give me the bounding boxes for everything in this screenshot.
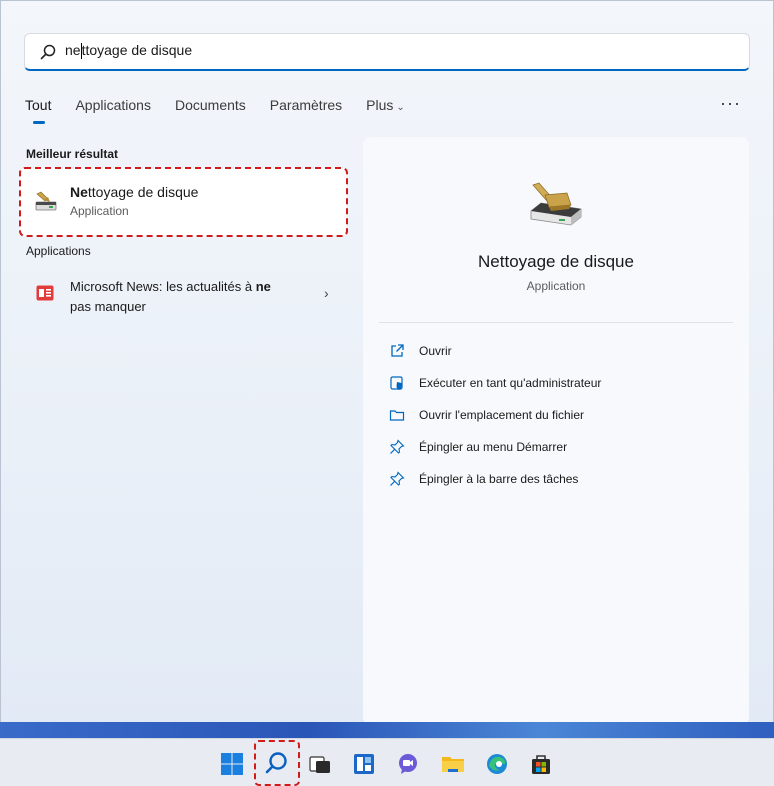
tab-parametres[interactable]: Paramètres	[270, 97, 342, 113]
shield-run-admin-icon	[390, 376, 403, 390]
action-label: Épingler au menu Démarrer	[419, 440, 568, 454]
action-label: Exécuter en tant qu'administrateur	[419, 376, 602, 390]
list-item[interactable]: Microsoft News: les actualités à ne pas …	[20, 269, 347, 321]
action-label: Ouvrir	[419, 344, 452, 358]
disk-cleanup-icon	[35, 191, 57, 211]
detail-app-name: Nettoyage de disque	[478, 252, 634, 271]
more-options-button[interactable]: ···	[720, 93, 741, 114]
file-explorer-button[interactable]	[436, 747, 470, 781]
widgets-icon	[354, 754, 374, 774]
best-match-type: Application	[70, 204, 129, 218]
action-label: Ouvrir l'emplacement du fichier	[419, 408, 585, 422]
search-icon	[265, 752, 287, 774]
start-button[interactable]	[215, 747, 249, 781]
teams-chat-icon	[399, 754, 417, 774]
disk-cleanup-large-icon	[530, 182, 582, 226]
open-external-icon	[391, 344, 404, 357]
store-button[interactable]	[524, 747, 558, 781]
task-view-icon	[309, 756, 330, 773]
chevron-down-icon: ⌄	[396, 102, 405, 113]
action-pin-to-start[interactable]: Épingler au menu Démarrer	[389, 435, 567, 459]
tab-documents[interactable]: Documents	[175, 97, 246, 113]
file-explorer-icon	[442, 757, 464, 772]
teams-chat-button[interactable]	[391, 747, 425, 781]
filter-tabs: Tout Applications Documents Paramètres P…	[25, 97, 429, 127]
action-open[interactable]: Ouvrir	[389, 339, 452, 363]
taskbar-search-button[interactable]	[254, 740, 300, 786]
microsoft-news-icon	[36, 285, 54, 301]
search-icon	[40, 44, 56, 59]
search-input[interactable]: nettoyage de disque	[24, 33, 750, 71]
desktop-wallpaper	[0, 722, 774, 738]
best-match-result[interactable]: Nettoyage de disque Application	[19, 167, 348, 237]
task-view-button[interactable]	[303, 747, 337, 781]
divider	[379, 322, 733, 323]
chevron-right-icon[interactable]: ›	[324, 285, 329, 301]
store-icon	[532, 755, 550, 774]
folder-icon	[389, 410, 405, 421]
edge-button[interactable]	[480, 747, 514, 781]
edge-icon	[487, 754, 507, 774]
tab-plus[interactable]: Plus ⌄	[366, 97, 405, 113]
action-open-file-location[interactable]: Ouvrir l'emplacement du fichier	[389, 403, 584, 427]
best-match-name: Nettoyage de disque	[70, 184, 199, 200]
detail-pane: Nettoyage de disque Application Ouvrir E…	[363, 137, 749, 725]
tab-tout[interactable]: Tout	[25, 97, 51, 124]
taskbar	[0, 738, 774, 786]
search-query: nettoyage de disque	[65, 42, 193, 59]
app-item-title: Microsoft News: les actualités à ne	[70, 279, 271, 294]
app-item-title-cont: pas manquer	[70, 299, 146, 314]
tab-plus-label: Plus	[366, 97, 394, 113]
search-panel: nettoyage de disque Tout Applications Do…	[0, 0, 774, 732]
pin-icon	[390, 439, 405, 454]
detail-app-type: Application	[526, 279, 586, 293]
widgets-button[interactable]	[347, 747, 381, 781]
action-label: Épingler à la barre des tâches	[419, 472, 579, 486]
action-pin-to-taskbar[interactable]: Épingler à la barre des tâches	[389, 467, 578, 491]
best-match-heading: Meilleur résultat	[26, 147, 119, 161]
action-run-as-admin[interactable]: Exécuter en tant qu'administrateur	[389, 371, 601, 395]
tab-applications[interactable]: Applications	[75, 97, 151, 113]
applications-heading: Applications	[26, 244, 91, 258]
pin-icon	[390, 471, 405, 486]
start-icon	[221, 753, 243, 775]
